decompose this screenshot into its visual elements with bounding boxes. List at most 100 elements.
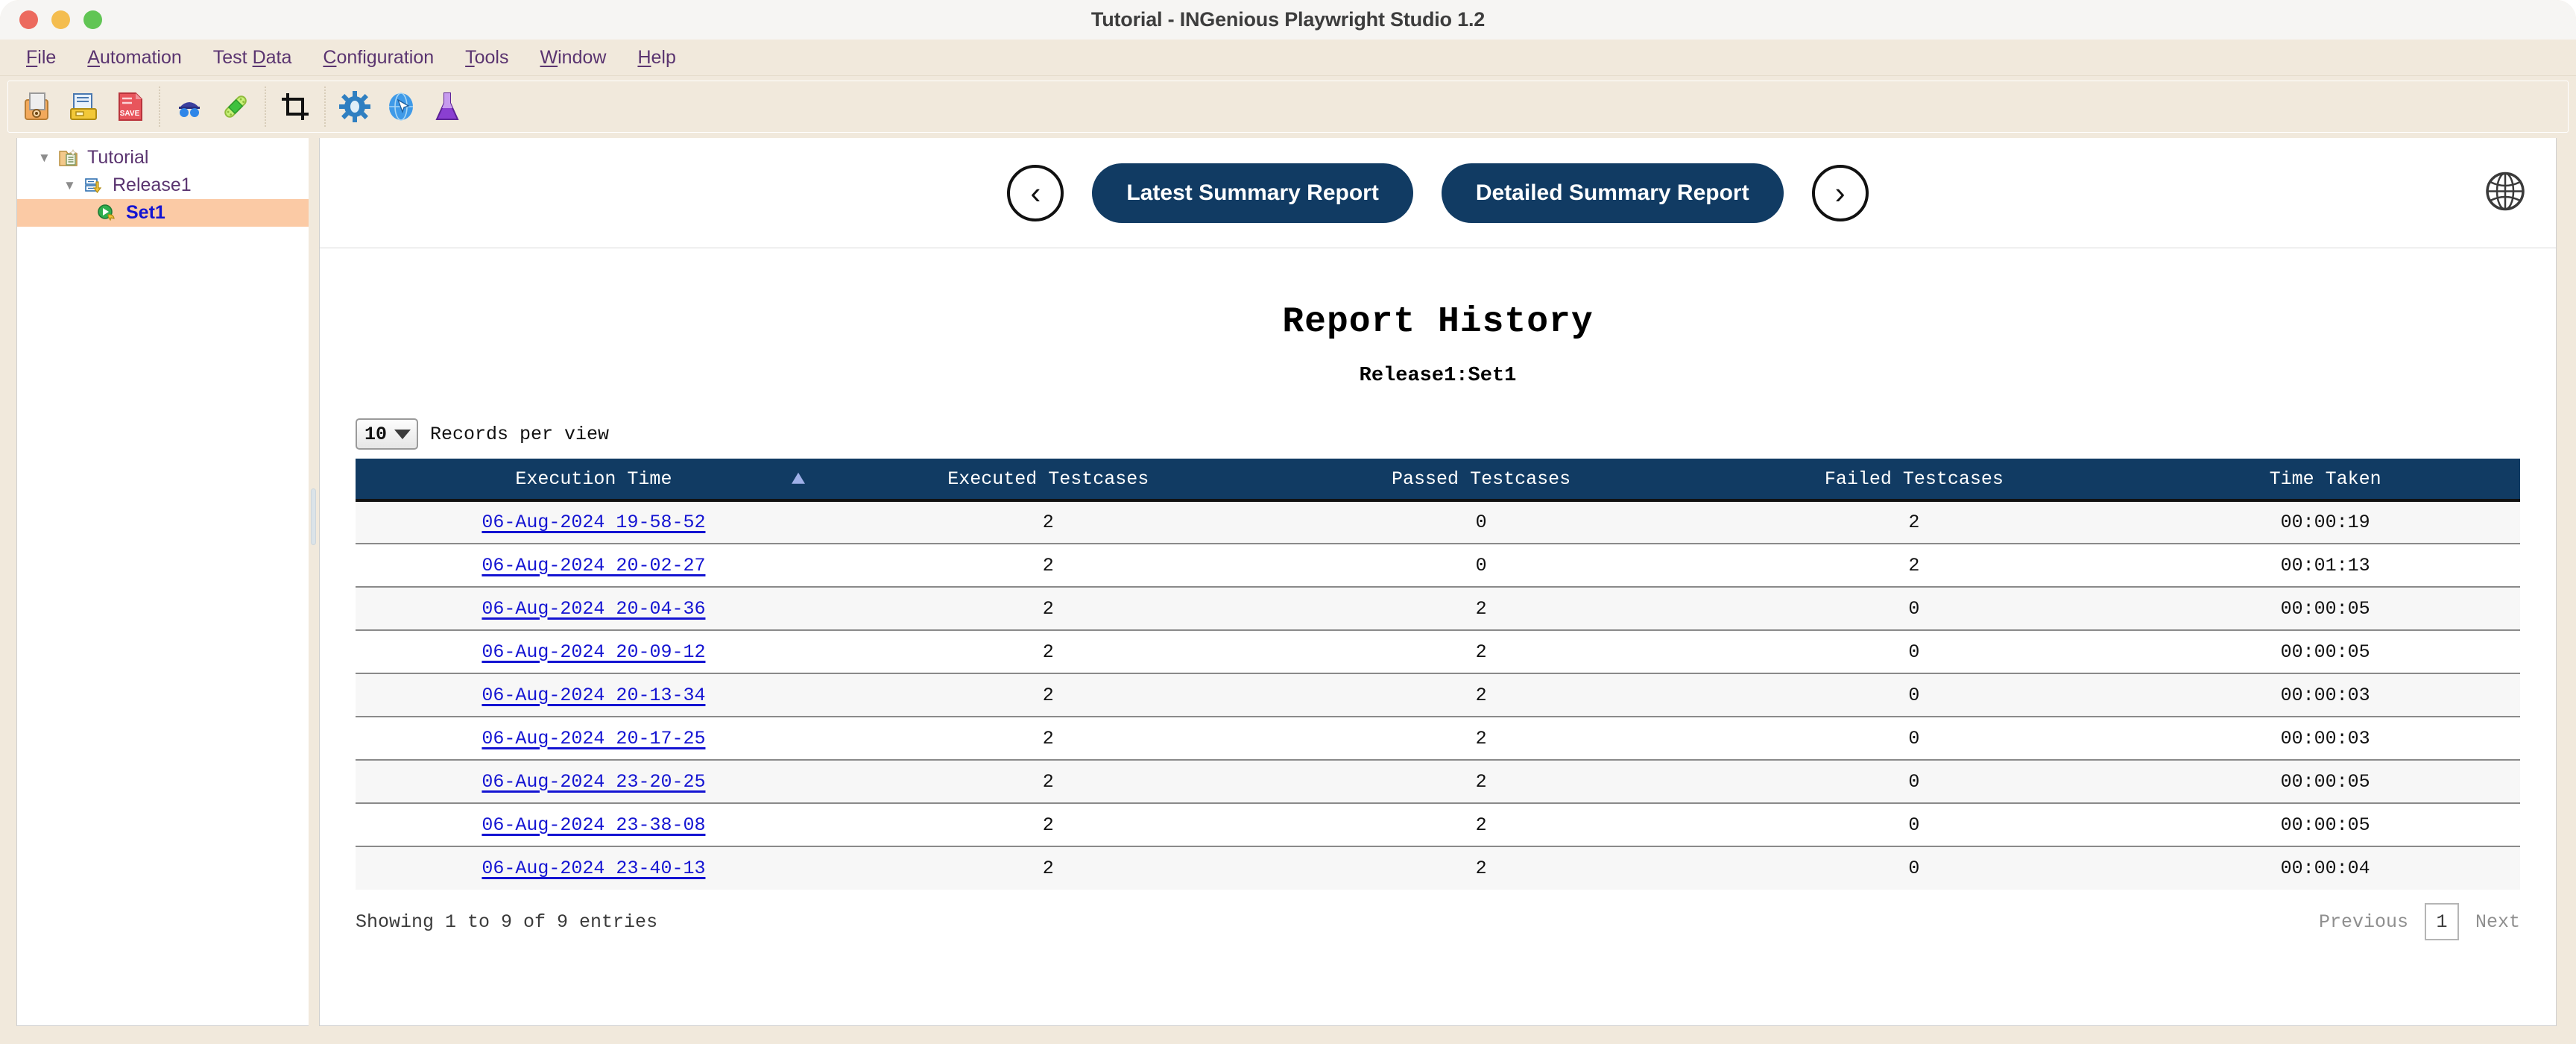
expand-collapse-arrow-icon[interactable]: ▼ xyxy=(38,151,56,164)
execution-time-link[interactable]: 06-Aug-2024 23-38-08 xyxy=(482,814,705,836)
page-subtitle: Release1:Set1 xyxy=(1359,365,1517,387)
detailed-summary-report-button[interactable]: Detailed Summary Report xyxy=(1441,163,1784,223)
execution-time-link[interactable]: 06-Aug-2024 19-58-52 xyxy=(482,512,705,533)
menu-help[interactable]: Help xyxy=(622,44,691,72)
save-icon[interactable]: SAVE xyxy=(107,84,153,130)
column-header-passed-testcases[interactable]: Passed Testcases xyxy=(1264,459,1698,502)
application-window: Tutorial - INGenious Playwright Studio 1… xyxy=(0,0,2576,1044)
cell-time-taken: 00:01:13 xyxy=(2130,544,2520,588)
column-header-label: Time Taken xyxy=(2269,468,2381,490)
cell-execution-time: 06-Aug-2024 23-38-08 xyxy=(356,803,832,847)
cell-time-taken: 00:00:03 xyxy=(2130,717,2520,761)
execution-time-link[interactable]: 06-Aug-2024 20-13-34 xyxy=(482,685,705,706)
page-number-button[interactable]: 1 xyxy=(2424,903,2459,940)
column-header-failed-testcases[interactable]: Failed Testcases xyxy=(1697,459,2131,502)
tree-item-label: Set1 xyxy=(126,202,165,223)
sidebar-splitter[interactable] xyxy=(309,138,318,1044)
cell-passed-testcases: 2 xyxy=(1264,717,1698,761)
cell-time-taken: 00:00:05 xyxy=(2130,630,2520,674)
browser-globe-icon[interactable] xyxy=(378,84,424,130)
column-header-label: Passed Testcases xyxy=(1392,468,1571,490)
table-row: 06-Aug-2024 20-09-12 2 2 0 00:00:05 xyxy=(356,630,2520,674)
column-header-execution-time[interactable]: Execution Time xyxy=(356,459,832,502)
menu-automation[interactable]: Automation xyxy=(72,44,197,72)
svg-text:SAVE: SAVE xyxy=(120,110,140,118)
latest-summary-report-button[interactable]: Latest Summary Report xyxy=(1092,163,1413,223)
report-toolbar: ‹ Latest Summary Report Detailed Summary… xyxy=(320,138,2556,248)
cell-passed-testcases: 2 xyxy=(1264,760,1698,804)
minimize-window-button[interactable] xyxy=(51,10,70,29)
execution-time-link[interactable]: 06-Aug-2024 20-04-36 xyxy=(482,598,705,620)
project-tree-panel: ▼ Tutorial ▼ Release1 Set1 xyxy=(16,138,310,1026)
toolbar-separator xyxy=(265,87,266,127)
table-row: 06-Aug-2024 20-04-36 2 2 0 00:00:05 xyxy=(356,587,2520,631)
tree-item-set1[interactable]: Set1 xyxy=(17,199,309,227)
next-page-button[interactable]: Next xyxy=(2475,911,2520,933)
column-header-time-taken[interactable]: Time Taken xyxy=(2130,459,2520,502)
splitter-grip[interactable] xyxy=(311,488,316,545)
cell-executed-testcases: 2 xyxy=(831,587,1265,631)
menu-file[interactable]: File xyxy=(10,44,72,72)
column-header-label: Failed Testcases xyxy=(1824,468,2004,490)
previous-page-button[interactable]: Previous xyxy=(2319,911,2408,933)
test-set-icon xyxy=(95,204,120,223)
menu-configuration[interactable]: Configuration xyxy=(307,44,449,72)
cell-passed-testcases: 2 xyxy=(1264,673,1698,717)
cell-failed-testcases: 2 xyxy=(1697,544,2131,588)
cell-passed-testcases: 2 xyxy=(1264,587,1698,631)
new-project-icon[interactable] xyxy=(14,84,60,130)
flask-icon[interactable] xyxy=(424,84,470,130)
cell-time-taken: 00:00:19 xyxy=(2130,500,2520,544)
records-per-view-select[interactable]: 10 xyxy=(356,418,419,450)
execution-time-link[interactable]: 06-Aug-2024 20-02-27 xyxy=(482,555,705,576)
cell-time-taken: 00:00:05 xyxy=(2130,803,2520,847)
tree-item-label: Tutorial xyxy=(87,147,149,168)
open-project-icon[interactable] xyxy=(60,84,107,130)
cell-executed-testcases: 2 xyxy=(831,630,1265,674)
table-row: 06-Aug-2024 20-17-25 2 2 0 00:00:03 xyxy=(356,717,2520,761)
window-title: Tutorial - INGenious Playwright Studio 1… xyxy=(1090,8,1486,31)
previous-report-button[interactable]: ‹ xyxy=(1007,164,1064,221)
cell-passed-testcases: 2 xyxy=(1264,803,1698,847)
maximize-window-button[interactable] xyxy=(83,10,102,29)
cell-time-taken: 00:00:05 xyxy=(2130,760,2520,804)
execution-time-link[interactable]: 06-Aug-2024 20-09-12 xyxy=(482,641,705,663)
page-title: Report History xyxy=(1282,302,1594,342)
expand-collapse-arrow-icon[interactable]: ▼ xyxy=(63,179,81,192)
execution-time-link[interactable]: 06-Aug-2024 20-17-25 xyxy=(482,728,705,749)
execution-time-link[interactable]: 06-Aug-2024 23-20-25 xyxy=(482,771,705,793)
toolbar-separator xyxy=(159,87,160,127)
cell-failed-testcases: 0 xyxy=(1697,630,2131,674)
globe-icon[interactable] xyxy=(2484,170,2526,216)
report-panel: ‹ Latest Summary Report Detailed Summary… xyxy=(319,138,2557,1026)
showing-entries-label: Showing 1 to 9 of 9 entries xyxy=(356,911,658,933)
tree-item-tutorial[interactable]: ▼ Tutorial xyxy=(17,144,309,172)
table-footer: Showing 1 to 9 of 9 entries Previous 1 N… xyxy=(356,903,2520,940)
cell-execution-time: 06-Aug-2024 20-17-25 xyxy=(356,717,832,761)
table-row: 06-Aug-2024 20-02-27 2 0 2 00:01:13 xyxy=(356,544,2520,588)
menu-tools[interactable]: Tools xyxy=(449,44,524,72)
bandage-icon[interactable] xyxy=(212,84,259,130)
cell-passed-testcases: 0 xyxy=(1264,500,1698,544)
tree-item-release1[interactable]: ▼ Release1 xyxy=(17,172,309,199)
menu-bar: File Automation Test Data Configuration … xyxy=(0,40,2576,76)
cell-execution-time: 06-Aug-2024 20-02-27 xyxy=(356,544,832,588)
table-row: 06-Aug-2024 23-38-08 2 2 0 00:00:05 xyxy=(356,803,2520,847)
menu-test-data[interactable]: Test Data xyxy=(198,44,308,72)
cell-execution-time: 06-Aug-2024 20-09-12 xyxy=(356,630,832,674)
cell-executed-testcases: 2 xyxy=(831,760,1265,804)
cell-failed-testcases: 0 xyxy=(1697,587,2131,631)
report-table-area: 10 Records per view Execution Time Execu… xyxy=(320,418,2556,940)
menu-window[interactable]: Window xyxy=(525,44,622,72)
crop-icon[interactable] xyxy=(272,84,318,130)
main-body: ▼ Tutorial ▼ Release1 Set1 ‹ Latest Summ… xyxy=(0,138,2576,1044)
cell-executed-testcases: 2 xyxy=(831,673,1265,717)
settings-gear-icon[interactable] xyxy=(332,84,378,130)
execution-time-link[interactable]: 06-Aug-2024 23-40-13 xyxy=(482,858,705,879)
table-body: 06-Aug-2024 19-58-52 2 0 2 00:00:19 06-Aug-20… xyxy=(356,500,2520,890)
incognito-icon[interactable] xyxy=(166,84,212,130)
close-window-button[interactable] xyxy=(19,10,38,29)
release-icon xyxy=(81,176,107,195)
next-report-button[interactable]: › xyxy=(1811,164,1869,221)
column-header-executed-testcases[interactable]: Executed Testcases xyxy=(831,459,1265,502)
